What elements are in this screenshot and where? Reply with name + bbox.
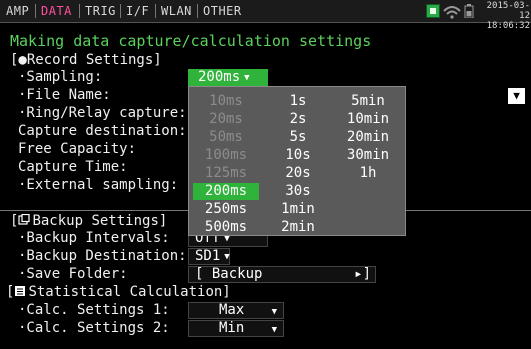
capture-destination-label: Capture destination: (18, 123, 187, 139)
sampling-option: 10ms (209, 93, 243, 109)
sampling-option: 125ms (204, 165, 248, 181)
stats-icon (15, 286, 26, 296)
sampling-value-text: 200ms (198, 69, 241, 85)
bracket: [ (10, 213, 19, 229)
save-folder-value: [ Backup (195, 266, 263, 282)
tab-separator (35, 4, 36, 18)
sampling-option[interactable]: 5min (335, 93, 401, 110)
tab-separator (79, 4, 80, 18)
sd-card-icon (426, 4, 440, 18)
backup-destination-value: SD1 (195, 248, 221, 264)
sampling-option[interactable]: 30min (335, 147, 401, 164)
tab-separator (155, 4, 156, 18)
sampling-dropdown[interactable]: 200ms ▼ (188, 69, 268, 86)
sampling-option[interactable]: 2min (265, 219, 331, 236)
sampling-option[interactable]: 5s (265, 129, 331, 146)
sampling-option[interactable]: 500ms (193, 219, 259, 236)
tab-wlan[interactable]: WLAN (161, 3, 192, 19)
save-folder-label: ·Save Folder: (18, 266, 128, 282)
file-name-label: ·File Name: (18, 87, 111, 103)
sampling-option[interactable]: 20s (265, 165, 331, 182)
bracket: [ (6, 284, 15, 300)
stats-title: Statistical Calculation] (28, 284, 231, 300)
calc2-value: Min (219, 320, 245, 336)
chevron-down-icon: ▼ (271, 325, 277, 335)
calc1-value: Max (219, 302, 245, 318)
tab-amp[interactable]: AMP (6, 3, 29, 19)
wifi-icon (443, 6, 461, 19)
record-settings-header: [●Record Settings] (10, 52, 162, 68)
backup-destination-label: ·Backup Destination: (18, 248, 187, 264)
device-screen: AMP DATA TRIG I/F WLAN OTHER 2015-03-12 … (0, 0, 531, 349)
sampling-option[interactable]: 30s (265, 183, 331, 200)
save-folder-field[interactable]: [ Backup ▸] (188, 266, 376, 283)
page-title: Making data capture/calculation settings (10, 32, 372, 50)
sampling-option: 50ms (209, 129, 243, 145)
scroll-down-icon[interactable]: ▼ (508, 88, 525, 104)
calc1-dropdown[interactable]: Max ▼ (188, 302, 284, 319)
sampling-option[interactable]: 20min (335, 129, 401, 146)
tab-data[interactable]: DATA (41, 3, 72, 19)
tab-other[interactable]: OTHER (203, 3, 242, 19)
tab-trig[interactable]: TRIG (85, 3, 116, 19)
ring-relay-label: ·Ring/Relay capture: (18, 105, 187, 121)
external-sampling-label: ·External sampling: (18, 177, 179, 193)
stats-header: [ Statistical Calculation] (6, 284, 231, 301)
sampling-option: 100ms (204, 147, 248, 163)
backup-destination-dropdown[interactable]: SD1 ▼ (188, 248, 230, 265)
calc1-label: ·Calc. Settings 1: (18, 302, 170, 318)
save-folder-end: ▸] (354, 266, 371, 282)
battery-icon (464, 4, 474, 18)
sampling-option: 20ms (209, 111, 243, 127)
calc2-label: ·Calc. Settings 2: (18, 320, 170, 336)
chevron-down-icon: ▼ (224, 252, 230, 262)
capture-time-label: Capture Time: (18, 159, 128, 175)
tab-if[interactable]: I/F (126, 3, 149, 19)
sampling-options-popup: 10ms 20ms 50ms 100ms 125ms 200ms 250ms 500ms 1s 2… (188, 86, 406, 236)
chevron-down-icon: ▼ (271, 307, 277, 317)
free-capacity-label: Free Capacity: (18, 141, 137, 157)
sampling-option[interactable]: 250ms (193, 201, 259, 218)
sampling-label: ·Sampling: (18, 69, 103, 85)
calc2-dropdown[interactable]: Min ▼ (188, 320, 284, 337)
chevron-down-icon: ▼ (244, 73, 250, 83)
top-tab-bar: AMP DATA TRIG I/F WLAN OTHER 2015-03-12 … (0, 0, 531, 31)
date-text: 2015-03-12 (486, 1, 530, 21)
backup-settings-title: Backup Settings] (32, 213, 168, 229)
sampling-option[interactable]: 1min (265, 201, 331, 218)
sampling-option[interactable]: 10min (335, 111, 401, 128)
backup-settings-header: [ Backup Settings] (10, 213, 167, 230)
time-text: 18:06:32 (486, 21, 530, 31)
tab-separator (120, 4, 121, 18)
sampling-option[interactable]: 1s (265, 93, 331, 110)
clock: 2015-03-12 18:06:32 (484, 1, 530, 31)
tab-separator (197, 4, 198, 18)
sampling-option[interactable]: 1h (335, 165, 401, 182)
backup-intervals-label: ·Backup Intervals: (18, 230, 170, 246)
sampling-option[interactable]: 2s (265, 111, 331, 128)
sampling-option[interactable]: 200ms (193, 183, 259, 200)
backup-icon (18, 214, 31, 225)
sampling-option[interactable]: 10s (265, 147, 331, 164)
